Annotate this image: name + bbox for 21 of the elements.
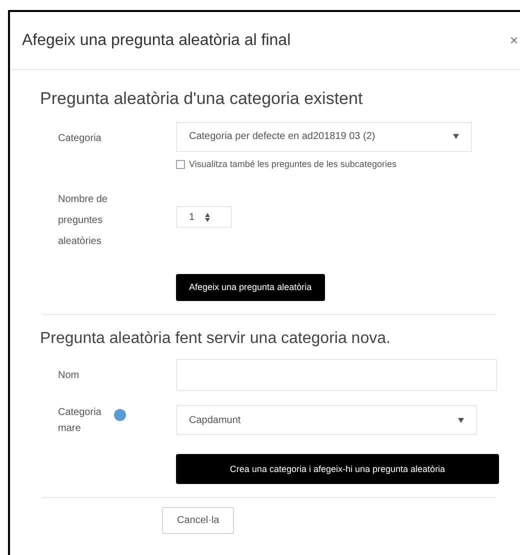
name-input-field[interactable]: [176, 359, 497, 392]
checkbox[interactable]: [176, 160, 185, 169]
number-spinner[interactable]: 1: [176, 206, 232, 228]
parent-category-select[interactable]: Capdamunt: [176, 405, 477, 436]
help-icon: [114, 409, 126, 422]
category-select[interactable]: Categoria per defecte en ad201819 03 (2): [176, 122, 472, 152]
checkbox-label: Visualitza també les preguntes de les subcategories: [189, 158, 396, 171]
section-heading: Pregunta aleatòria fent servir una categoria nova.: [40, 329, 392, 350]
section-heading: Pregunta aleatòria d'una categoria existent: [40, 88, 364, 110]
field-label: Categoria: [58, 132, 102, 146]
dialog-title: Afegeix una pregunta aleatòria al final: [22, 30, 291, 50]
cancel-button[interactable]: Cancel·la: [162, 507, 234, 534]
field-label: Categoria mare: [58, 406, 100, 436]
add-random-question-button[interactable]: Afegeix una pregunta aleatòria: [176, 274, 325, 302]
caret-icon: [453, 134, 459, 139]
caret-icon: [458, 418, 464, 423]
create-category-button[interactable]: Crea una categoria i afegeix-hi una pregunta aleatòria: [176, 454, 499, 484]
field-label: Nombre de preguntes aleatòries: [58, 193, 108, 249]
spinner-arrows-icon: [204, 212, 210, 222]
field-label: Nom: [58, 369, 80, 384]
close-button[interactable]: ×: [510, 30, 518, 51]
